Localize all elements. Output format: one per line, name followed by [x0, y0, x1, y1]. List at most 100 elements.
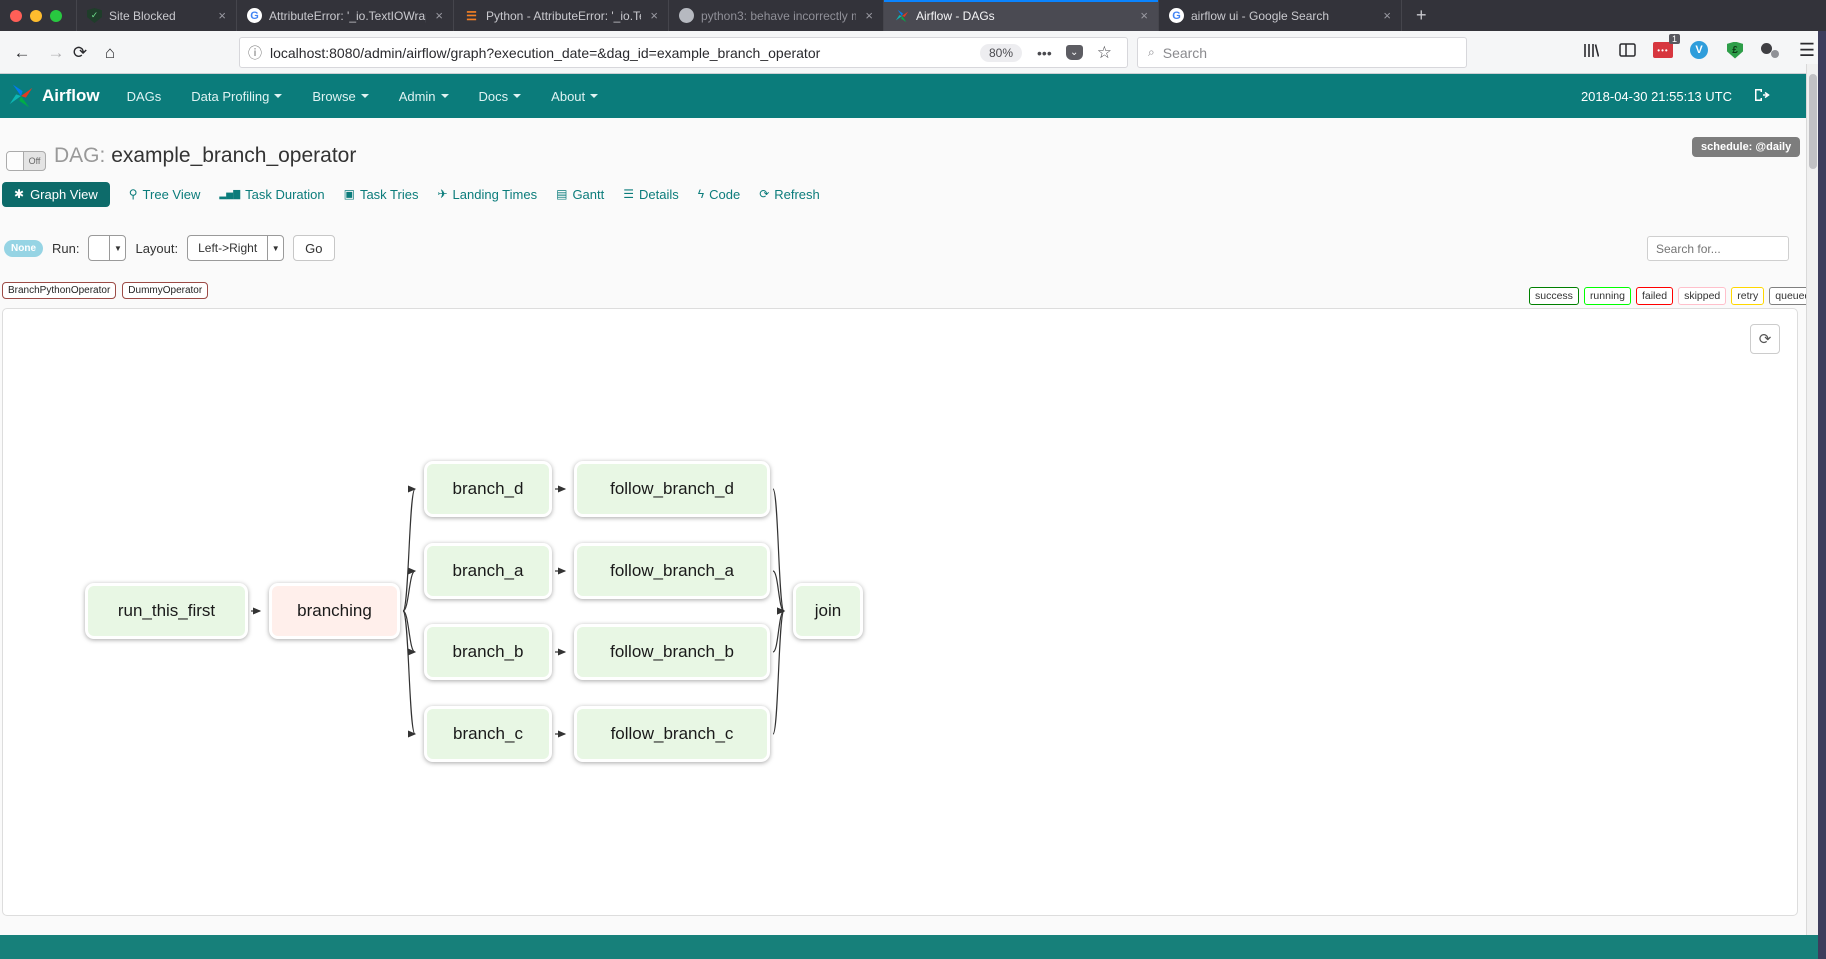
tab-close-icon[interactable]: ×: [1138, 8, 1150, 23]
back-button[interactable]: ←: [8, 39, 36, 67]
tree-view-icon: ⚲: [129, 187, 138, 201]
tab-close-icon[interactable]: ×: [216, 8, 228, 23]
run-label: Run:: [52, 241, 79, 256]
browser-search-field[interactable]: ⌕ Search: [1137, 37, 1467, 68]
dag-node-follow_branch_c[interactable]: follow_branch_c: [574, 706, 770, 762]
logout-icon[interactable]: [1754, 88, 1770, 105]
address-bar[interactable]: ⓘ localhost:8080/admin/airflow/graph?exe…: [239, 37, 1128, 68]
toggle-label: Off: [24, 156, 45, 166]
nav-item-about[interactable]: About: [536, 74, 613, 118]
tab-title: Site Blocked: [109, 9, 176, 23]
operator-legend: BranchPythonOperator DummyOperator: [2, 282, 208, 299]
vimium-extension-icon[interactable]: V: [1688, 39, 1710, 61]
nav-item-admin[interactable]: Admin: [384, 74, 464, 118]
landing-times-button[interactable]: ✈Landing Times: [437, 187, 537, 202]
tab-python-attributeerror[interactable]: ☰ Python - AttributeError: '_io.Te ×: [453, 0, 668, 31]
scrollbar-thumb[interactable]: [1809, 74, 1817, 169]
site-info-icon[interactable]: ⓘ: [248, 43, 262, 63]
code-button[interactable]: ϟCode: [698, 187, 740, 202]
zoom-window-button[interactable]: [50, 10, 62, 22]
operator-badge-branchpython: BranchPythonOperator: [2, 282, 116, 299]
background-window-edge: [1818, 31, 1826, 959]
reload-button[interactable]: ⟳: [66, 39, 94, 67]
status-badge-skipped: skipped: [1678, 287, 1726, 305]
graph-view-button[interactable]: ✱ Graph View: [2, 182, 110, 207]
tab-close-icon[interactable]: ×: [1381, 8, 1393, 23]
plane-icon: ✈: [437, 187, 447, 201]
task-tries-icon: ▣: [344, 187, 355, 201]
page-actions-icon[interactable]: •••: [1037, 45, 1052, 61]
dag-node-run_this_first[interactable]: run_this_first: [85, 583, 248, 639]
nav-item-docs[interactable]: Docs: [464, 74, 537, 118]
dag-canvas: run_this_first branching branch_d follow_br…: [3, 309, 1797, 915]
nav-item-dags[interactable]: DAGs: [112, 74, 177, 118]
task-duration-button[interactable]: ▂▅▇Task Duration: [219, 187, 324, 202]
tab-attributeerror[interactable]: G AttributeError: '_io.TextIOWrapp ×: [236, 0, 453, 31]
tab-airflow-dags[interactable]: Airflow - DAGs ×: [883, 0, 1158, 31]
page-scrollbar[interactable]: [1806, 64, 1818, 935]
dag-node-branch_d[interactable]: branch_d: [424, 461, 552, 517]
spheres-extension-icon[interactable]: [1760, 39, 1782, 61]
privacy-shield-extension-icon[interactable]: £: [1724, 39, 1746, 61]
dag-id: example_branch_operator: [111, 144, 356, 167]
airflow-logo-icon: [8, 83, 34, 109]
new-tab-button[interactable]: +: [1401, 0, 1441, 31]
dag-node-follow_branch_b[interactable]: follow_branch_b: [574, 624, 770, 680]
status-badge-failed: failed: [1636, 287, 1673, 305]
pocket-icon[interactable]: ⌄: [1066, 45, 1083, 60]
tab-close-icon[interactable]: ×: [433, 8, 445, 23]
dag-node-branch_c[interactable]: branch_c: [424, 706, 552, 762]
nav-item-browse[interactable]: Browse: [297, 74, 383, 118]
home-button[interactable]: ⌂: [96, 39, 124, 67]
close-window-button[interactable]: [10, 10, 22, 22]
bookmark-star-icon[interactable]: ☆: [1097, 43, 1112, 63]
task-tries-button[interactable]: ▣Task Tries: [344, 187, 419, 202]
google-favicon-icon: G: [247, 8, 262, 23]
tab-title: python3: behave incorrectly mo: [701, 9, 856, 23]
refresh-button[interactable]: ⟳Refresh: [759, 187, 820, 202]
select-caret-icon: ▼: [267, 236, 283, 260]
sidebar-icon[interactable]: [1616, 39, 1638, 61]
view-buttons-row: ✱ Graph View ⚲Tree View ▂▅▇Task Duration…: [2, 180, 820, 208]
dag-node-branching[interactable]: branching: [269, 583, 400, 639]
lightning-icon: ϟ: [698, 187, 704, 201]
tab-close-icon[interactable]: ×: [648, 8, 660, 23]
graph-refresh-button[interactable]: ⟳: [1750, 324, 1780, 354]
tab-airflow-ui-search[interactable]: G airflow ui - Google Search ×: [1158, 0, 1401, 31]
dag-node-join[interactable]: join: [793, 583, 863, 639]
status-badge-success: success: [1529, 287, 1579, 305]
search-icon: ⌕: [1148, 45, 1155, 60]
airflow-page: Off DAG: example_branch_operator schedul…: [0, 118, 1826, 935]
nav-item-data-profiling[interactable]: Data Profiling: [176, 74, 297, 118]
details-button[interactable]: ☰Details: [623, 187, 679, 202]
toggle-knob: [7, 152, 24, 170]
go-button[interactable]: Go: [293, 235, 334, 261]
dag-title-prefix: DAG:: [54, 144, 105, 167]
dag-node-follow_branch_d[interactable]: follow_branch_d: [574, 461, 770, 517]
bottom-teal-strip: [0, 935, 1826, 959]
airflow-brand[interactable]: Airflow: [0, 83, 112, 109]
url-text[interactable]: localhost:8080/admin/airflow/graph?execu…: [270, 45, 972, 61]
window-controls: [0, 0, 76, 31]
search-placeholder: Search: [1163, 45, 1207, 61]
tab-python3-behave[interactable]: python3: behave incorrectly mo ×: [668, 0, 883, 31]
tree-view-button[interactable]: ⚲Tree View: [129, 187, 201, 202]
gantt-button[interactable]: ▤Gantt: [556, 187, 604, 202]
dag-pause-toggle[interactable]: Off: [6, 151, 46, 171]
brand-label: Airflow: [42, 86, 100, 106]
schedule-badge: schedule: @daily: [1692, 137, 1800, 157]
task-search-input[interactable]: [1647, 236, 1789, 261]
minimize-window-button[interactable]: [30, 10, 42, 22]
menu-hamburger-icon[interactable]: ☰: [1796, 39, 1818, 61]
dag-node-follow_branch_a[interactable]: follow_branch_a: [574, 543, 770, 599]
run-select[interactable]: ▼: [88, 235, 126, 261]
dag-node-branch_b[interactable]: branch_b: [424, 624, 552, 680]
zoom-level-badge[interactable]: 80%: [980, 44, 1022, 62]
adblock-extension-icon[interactable]: ••• 1: [1652, 39, 1674, 61]
browser-tab-bar: ✓ Site Blocked × G AttributeError: '_io.…: [0, 0, 1826, 31]
dag-node-branch_a[interactable]: branch_a: [424, 543, 552, 599]
tab-site-blocked[interactable]: ✓ Site Blocked ×: [76, 0, 236, 31]
tab-close-icon[interactable]: ×: [863, 8, 875, 23]
layout-select[interactable]: Left->Right ▼: [187, 235, 284, 261]
library-icon[interactable]: [1580, 39, 1602, 61]
